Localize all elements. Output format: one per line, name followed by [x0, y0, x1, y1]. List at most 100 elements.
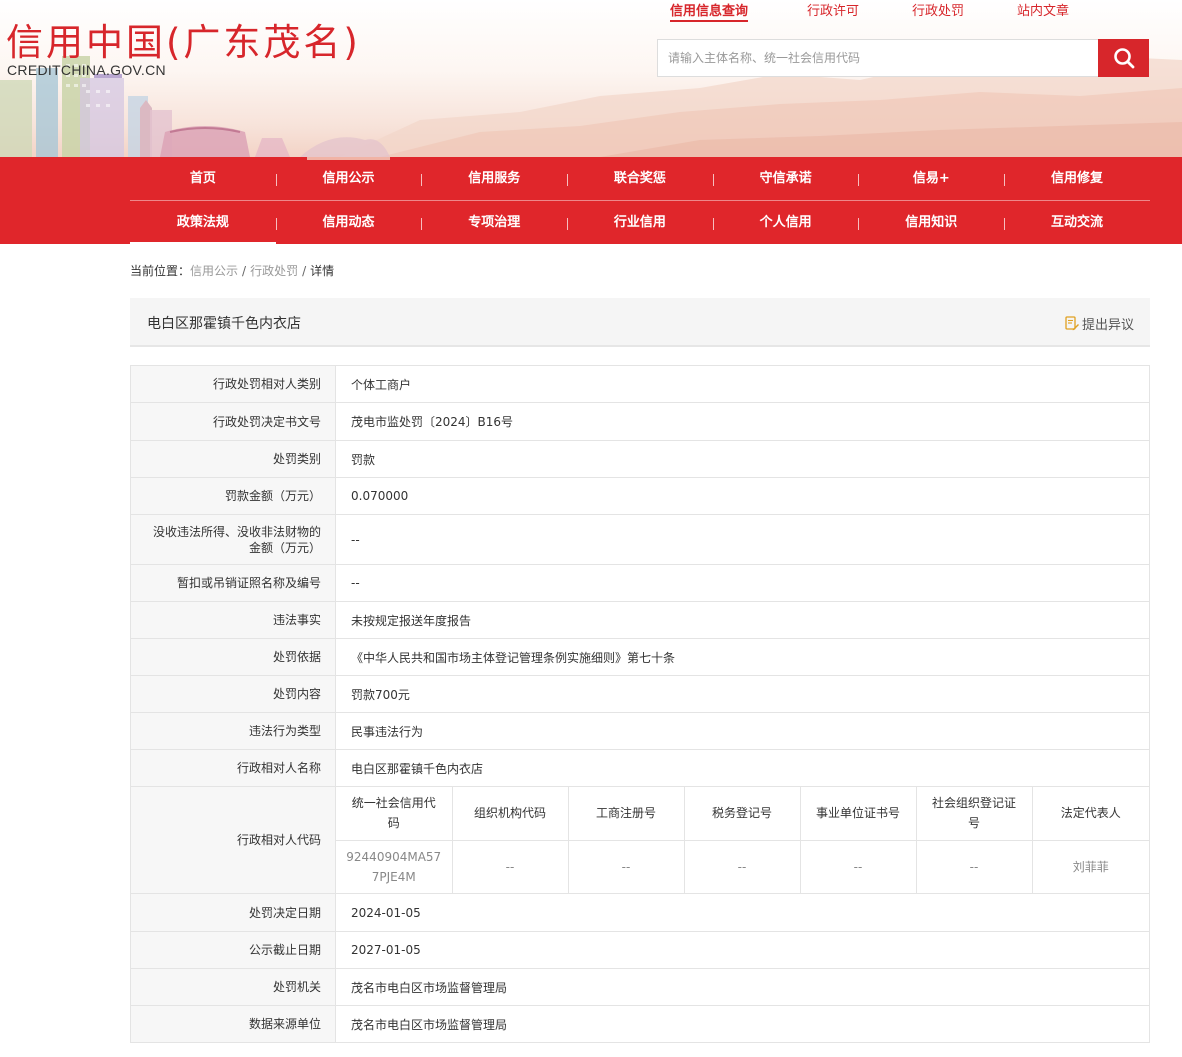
raise-objection-label: 提出异议	[1081, 318, 1134, 333]
party-code-value: --	[915, 839, 1033, 893]
breadcrumb: 当前位置：信用公示 / 行政处罚 / 详情	[130, 262, 334, 279]
nav-row-1: 首页 信用公示 信用服务 联合奖惩 守信承诺 信易+ 信用修复	[130, 157, 1150, 200]
party-code-value: --	[683, 839, 801, 893]
nav-item-industry-credit[interactable]: 行业信用	[567, 201, 713, 244]
nav-item-home[interactable]: 首页	[130, 157, 276, 200]
field-label: 处罚决定日期	[130, 893, 336, 932]
party-code-table: 统一社会信用代码 组织机构代码 工商注册号 税务登记号 事业单位证书号 社会组织…	[336, 787, 1149, 893]
nav-row-2: 政策法规 信用动态 专项治理 行业信用 个人信用 信用知识 互动交流	[130, 200, 1150, 244]
party-code-header: 组织机构代码	[451, 787, 569, 841]
field-value-fine-amount: 0.070000	[335, 477, 1150, 515]
table-row: 行政处罚相对人类别 个体工商户	[130, 365, 1150, 403]
field-value-authority: 茂名市电白区市场监督管理局	[335, 968, 1150, 1006]
top-link-admin-license[interactable]: 行政许可	[807, 0, 859, 19]
table-row: 处罚类别 罚款	[130, 440, 1150, 478]
table-row: 行政处罚决定书文号 茂电市监处罚〔2024〕B16号	[130, 402, 1150, 441]
field-label: 处罚内容	[130, 675, 336, 713]
party-code-header: 事业单位证书号	[799, 787, 917, 841]
breadcrumb-prefix: 当前位置：	[130, 264, 191, 278]
search-box	[657, 39, 1099, 77]
field-label: 行政相对人代码	[130, 786, 336, 894]
field-value-confiscation-amount: --	[335, 514, 1150, 565]
table-row: 处罚内容 罚款700元	[130, 675, 1150, 713]
party-code-header: 社会组织登记证号	[915, 787, 1033, 841]
breadcrumb-separator: /	[242, 264, 247, 278]
nav-item-joint-reward-punish[interactable]: 联合奖惩	[567, 157, 713, 200]
field-label: 数据来源单位	[130, 1005, 336, 1043]
table-row: 行政相对人名称 电白区那霍镇千色内衣店	[130, 749, 1150, 787]
party-code-header: 工商注册号	[567, 787, 685, 841]
party-code-cell: 统一社会信用代码 组织机构代码 工商注册号 税务登记号 事业单位证书号 社会组织…	[335, 786, 1150, 894]
nav-item-credit-knowledge[interactable]: 信用知识	[858, 201, 1004, 244]
party-code-header-row: 统一社会信用代码 组织机构代码 工商注册号 税务登记号 事业单位证书号 社会组织…	[336, 787, 1149, 841]
entity-name: 电白区那霍镇千色内衣店	[147, 316, 301, 332]
field-value-data-source: 茂名市电白区市场监督管理局	[335, 1005, 1150, 1043]
edit-document-icon	[1065, 316, 1079, 331]
breadcrumb-credit-publicity[interactable]: 信用公示	[190, 264, 238, 278]
field-label: 违法行为类型	[130, 712, 336, 750]
breadcrumb-separator: /	[302, 264, 307, 278]
table-row: 没收违法所得、没收非法财物的金额（万元） --	[130, 514, 1150, 565]
field-label: 罚款金额（万元）	[130, 477, 336, 515]
nav-item-personal-credit[interactable]: 个人信用	[712, 201, 859, 244]
field-label: 行政处罚相对人类别	[130, 365, 336, 403]
nav-item-credit-publicity[interactable]: 信用公示	[275, 157, 422, 200]
table-row: 处罚机关 茂名市电白区市场监督管理局	[130, 968, 1150, 1006]
party-code-value: --	[567, 839, 685, 893]
party-code-value: --	[451, 839, 569, 893]
top-link-site-articles[interactable]: 站内文章	[1017, 0, 1069, 19]
field-value-license-info: --	[335, 564, 1150, 602]
top-link-admin-penalty[interactable]: 行政处罚	[912, 0, 964, 19]
field-label: 公示截止日期	[130, 931, 336, 969]
party-code-value: 刘菲菲	[1031, 839, 1149, 893]
nav-item-credit-repair[interactable]: 信用修复	[1004, 157, 1150, 200]
search-icon	[1113, 48, 1134, 69]
nav-item-special-governance[interactable]: 专项治理	[421, 201, 567, 244]
party-code-value: 92440904MA577PJE4M	[336, 839, 453, 893]
breadcrumb-current: 详情	[310, 264, 335, 278]
main-nav: 首页 信用公示 信用服务 联合奖惩 守信承诺 信易+ 信用修复 政策法规 信用动…	[0, 157, 1182, 244]
party-code-value: --	[799, 839, 917, 893]
nav-item-credit-news[interactable]: 信用动态	[275, 201, 422, 244]
field-label: 行政相对人名称	[130, 749, 336, 787]
nav-item-policies[interactable]: 政策法规	[130, 201, 276, 244]
table-row: 数据来源单位 茂名市电白区市场监督管理局	[130, 1005, 1150, 1043]
field-label: 行政处罚决定书文号	[130, 402, 336, 441]
table-row: 违法行为类型 民事违法行为	[130, 712, 1150, 750]
nav-item-credit-service[interactable]: 信用服务	[421, 157, 567, 200]
field-value-penalty-basis: 《中华人民共和国市场主体登记管理条例实施细则》第七十条	[335, 638, 1150, 676]
nav-item-interaction[interactable]: 互动交流	[1004, 201, 1150, 244]
party-code-header: 税务登记号	[683, 787, 801, 841]
penalty-detail-table: 行政处罚相对人类别 个体工商户 行政处罚决定书文号 茂电市监处罚〔2024〕B1…	[130, 365, 1150, 1043]
field-label: 处罚类别	[130, 440, 336, 478]
search-button[interactable]	[1098, 39, 1149, 77]
field-label: 暂扣或吊销证照名称及编号	[130, 564, 336, 602]
field-value-violation-type: 民事违法行为	[335, 712, 1150, 750]
raise-objection-button[interactable]: 提出异议	[1065, 314, 1134, 333]
party-code-value-row: 92440904MA577PJE4M -- -- -- -- -- 刘菲菲	[336, 839, 1149, 893]
search-input[interactable]	[658, 40, 1098, 76]
nav-item-xinyi-plus[interactable]: 信易+	[858, 157, 1004, 200]
site-header: 信用中国(广东茂名) CREDITCHINA.GOV.CN 信用信息查询 行政许…	[0, 0, 1182, 157]
field-value-decision-date: 2024-01-05	[335, 893, 1150, 932]
field-value-party-name: 电白区那霍镇千色内衣店	[335, 749, 1150, 787]
table-row: 处罚依据 《中华人民共和国市场主体登记管理条例实施细则》第七十条	[130, 638, 1150, 676]
site-domain: CREDITCHINA.GOV.CN	[7, 62, 166, 78]
breadcrumb-admin-penalty[interactable]: 行政处罚	[250, 264, 298, 278]
table-row: 公示截止日期 2027-01-05	[130, 931, 1150, 969]
table-row: 罚款金额（万元） 0.070000	[130, 477, 1150, 515]
site-logo[interactable]: 信用中国(广东茂名)	[6, 12, 361, 66]
nav-item-credit-commitment[interactable]: 守信承诺	[712, 157, 859, 200]
field-value-penalty-category: 罚款	[335, 440, 1150, 478]
party-code-header: 统一社会信用代码	[336, 787, 453, 841]
field-value-violation-fact: 未按规定报送年度报告	[335, 601, 1150, 639]
field-label: 处罚依据	[130, 638, 336, 676]
top-link-credit-query[interactable]: 信用信息查询	[670, 0, 749, 22]
field-value-party-type: 个体工商户	[335, 365, 1150, 403]
field-label: 没收违法所得、没收非法财物的金额（万元）	[130, 514, 336, 565]
field-value-publicity-end: 2027-01-05	[335, 931, 1150, 969]
table-row: 行政相对人代码 统一社会信用代码 组织机构代码 工商注册号 税务登记号 事业单位…	[130, 786, 1150, 894]
field-label: 处罚机关	[130, 968, 336, 1006]
party-code-header: 法定代表人	[1031, 787, 1149, 841]
entity-header: 电白区那霍镇千色内衣店 提出异议	[130, 298, 1150, 347]
